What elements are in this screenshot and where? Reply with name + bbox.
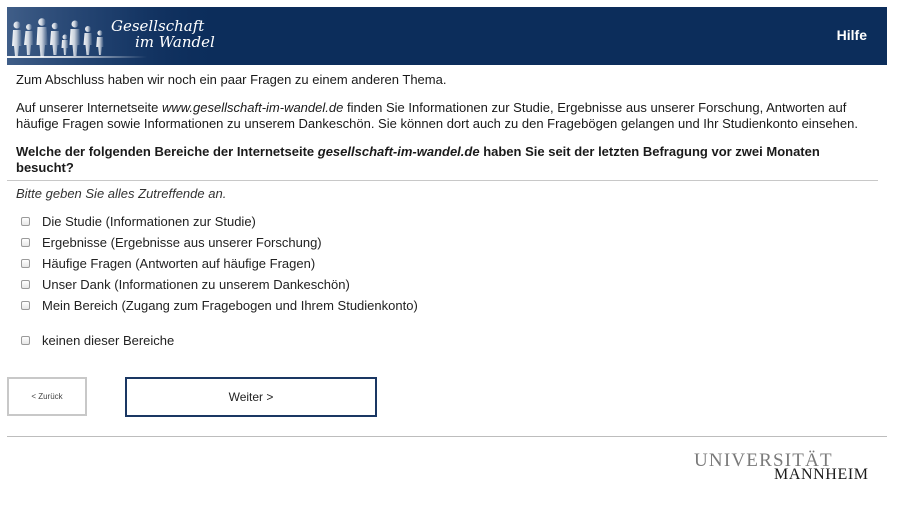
universitaet-mannheim-logo: UNIVERSITÄT MANNHEIM [694, 451, 874, 485]
checkbox[interactable] [21, 301, 30, 310]
option-label[interactable]: Ergebnisse (Ergebnisse aus unserer Forsc… [42, 235, 322, 251]
intro-text: Zum Abschluss haben wir noch ein paar Fr… [16, 72, 447, 87]
question-website: gesellschaft-im-wandel.de [317, 144, 480, 159]
survey-content: Zum Abschluss haben wir noch ein paar Fr… [7, 72, 878, 351]
checkbox[interactable] [21, 280, 30, 289]
question-text: Welche der folgenden Bereiche der Intern… [16, 144, 878, 176]
option-unser-dank[interactable]: Unser Dank (Informationen zu unserem Dan… [16, 274, 878, 295]
header-bar: Gesellschaft im Wandel Hilfe [7, 7, 887, 65]
checkbox[interactable] [21, 217, 30, 226]
website-info-text: Auf unserer Internetseite www.gesellscha… [16, 100, 878, 132]
university-line-2: MANNHEIM [774, 466, 869, 483]
instruction-text: Bitte geben Sie alles Zutreffende an. [16, 186, 227, 201]
option-label[interactable]: keinen dieser Bereiche [42, 333, 174, 349]
back-button[interactable]: < Zurück [7, 377, 87, 416]
logo-line-2: im Wandel [135, 33, 215, 51]
option-label[interactable]: Die Studie (Informationen zur Studie) [42, 214, 256, 230]
question-divider [7, 180, 878, 181]
help-link[interactable]: Hilfe [837, 27, 867, 43]
logo-line-1: Gesellschaft [111, 17, 205, 35]
option-ergebnisse[interactable]: Ergebnisse (Ergebnisse aus unserer Forsc… [16, 232, 878, 253]
option-label[interactable]: Unser Dank (Informationen zu unserem Dan… [42, 277, 350, 293]
answer-options-list: Die Studie (Informationen zur Studie) Er… [16, 211, 878, 351]
option-keinen-dieser-bereiche[interactable]: keinen dieser Bereiche [16, 330, 878, 351]
logo-text: Gesellschaft im Wandel [111, 18, 215, 50]
checkbox[interactable] [21, 336, 30, 345]
option-label[interactable]: Mein Bereich (Zugang zum Fragebogen und … [42, 298, 418, 314]
question-text-start: Welche der folgenden Bereiche der Intern… [16, 144, 318, 159]
option-mein-bereich[interactable]: Mein Bereich (Zugang zum Fragebogen und … [16, 295, 878, 316]
info-text-start: Auf unserer Internetseite [16, 100, 162, 115]
option-die-studie[interactable]: Die Studie (Informationen zur Studie) [16, 211, 878, 232]
option-label[interactable]: Häufige Fragen (Antworten auf häufige Fr… [42, 256, 315, 272]
footer-divider [7, 436, 887, 437]
gesellschaft-im-wandel-logo: Gesellschaft im Wandel [7, 7, 222, 65]
website-url: www.gesellschaft-im-wandel.de [161, 100, 344, 115]
checkbox[interactable] [21, 259, 30, 268]
next-button[interactable]: Weiter > [125, 377, 377, 417]
option-haeufige-fragen[interactable]: Häufige Fragen (Antworten auf häufige Fr… [16, 253, 878, 274]
checkbox[interactable] [21, 238, 30, 247]
